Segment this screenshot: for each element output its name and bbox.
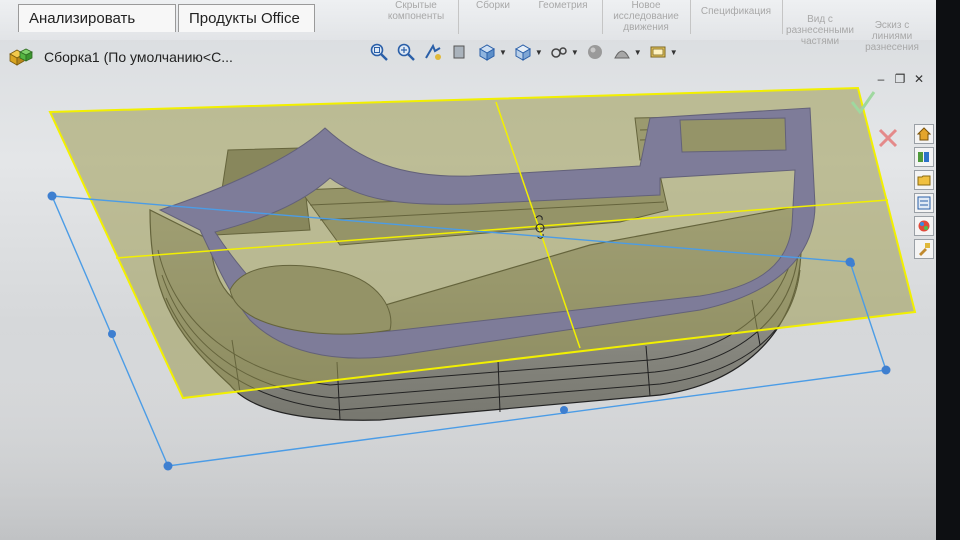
cancel-x-icon[interactable] bbox=[878, 128, 898, 148]
drag-handle[interactable] bbox=[108, 330, 116, 338]
drag-handle[interactable] bbox=[560, 406, 568, 414]
solidworks-window: Анализировать Продукты Office Скрытые ком… bbox=[0, 0, 960, 540]
drag-handle[interactable] bbox=[881, 365, 891, 375]
home-icon[interactable] bbox=[914, 124, 934, 144]
graphics-area[interactable] bbox=[0, 0, 936, 540]
custom-properties-icon[interactable] bbox=[914, 239, 934, 259]
monitor-bezel bbox=[936, 0, 960, 540]
file-explorer-icon[interactable] bbox=[914, 170, 934, 190]
drag-handle[interactable] bbox=[163, 461, 173, 471]
drag-handle[interactable] bbox=[47, 191, 57, 201]
design-library-icon[interactable] bbox=[914, 147, 934, 167]
drag-handle[interactable] bbox=[849, 261, 855, 267]
appearances-icon[interactable] bbox=[914, 216, 934, 236]
task-pane-tabs bbox=[914, 124, 936, 259]
view-palette-icon[interactable] bbox=[914, 193, 934, 213]
